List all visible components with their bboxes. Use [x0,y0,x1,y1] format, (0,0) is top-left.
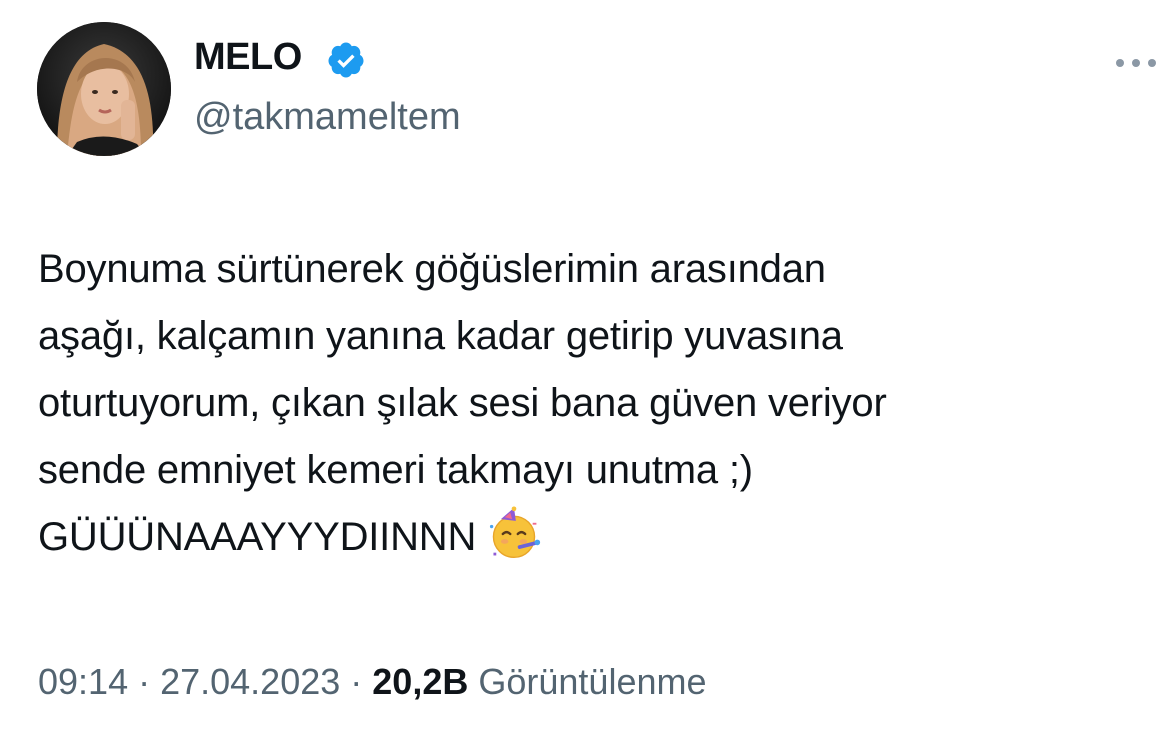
profile-photo [37,22,171,156]
display-name[interactable]: MELO [194,38,302,76]
views-label: Görüntülenme [478,661,707,702]
tweet-line-text: GÜÜÜNAAAYYYDIINNN [38,515,477,559]
tweet-line-last: GÜÜÜNAAAYYYDIINNN [38,504,1148,571]
tweet-meta: 09:14 · 27.04.2023 · 20,2B Görüntülenme [38,660,707,704]
partying-face-emoji-icon [490,506,541,559]
more-options-icon[interactable] [1112,48,1162,78]
tweet-text: Boynuma sürtünerek göğüslerimin arasında… [38,236,1148,571]
avatar[interactable] [37,22,171,156]
views-count: 20,2B [372,661,469,702]
tweet-line: aşağı, kalçamın yanına kadar getirip yuv… [38,314,843,358]
tweet-line: Boynuma sürtünerek göğüslerimin arasında… [38,247,826,291]
tweet-line: oturtuyorum, çıkan şılak sesi bana güven… [38,381,887,425]
tweet-date[interactable]: 27.04.2023 [160,661,340,702]
separator: · [128,661,161,702]
verified-badge-icon [328,42,364,78]
separator: · [340,661,373,702]
tweet-time[interactable]: 09:14 [38,661,128,702]
user-handle[interactable]: @takmameltem [194,98,461,136]
tweet-line: sende emniyet kemeri takmayı unutma ;) [38,448,753,492]
